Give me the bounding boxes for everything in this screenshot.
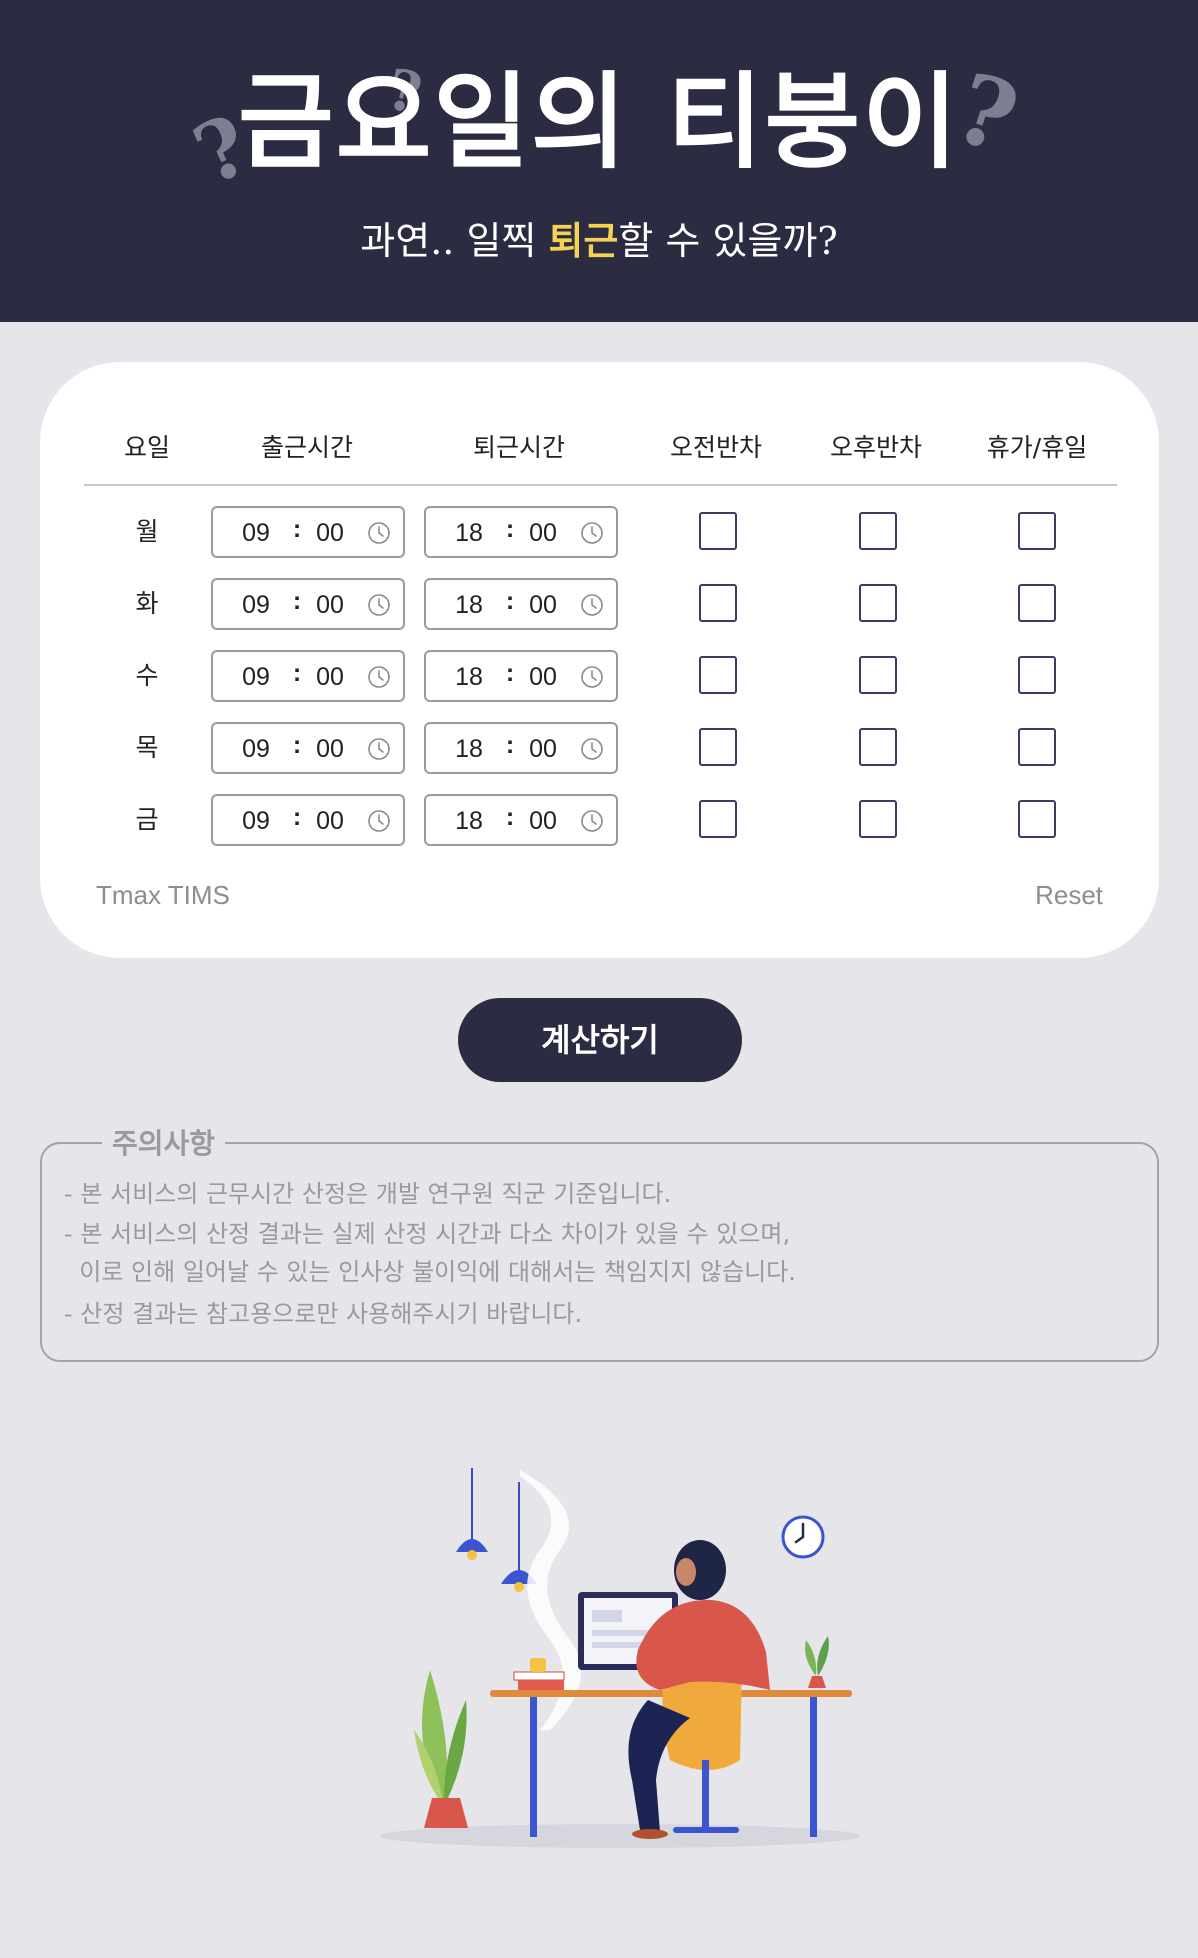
notice-title: 주의사항 (102, 1122, 226, 1162)
pm-half-checkbox[interactable] (859, 584, 897, 622)
end-minute[interactable]: 00 (518, 663, 568, 692)
start-time-input[interactable]: 09 : 00 (211, 578, 405, 630)
calculate-button[interactable]: 계산하기 (458, 998, 742, 1082)
clock-icon[interactable] (580, 665, 604, 689)
subtitle-pre: 과연.. 일찍 (360, 219, 549, 263)
clock-icon[interactable] (580, 809, 604, 833)
end-minute[interactable]: 00 (518, 519, 568, 548)
time-separator: : (292, 515, 302, 543)
clock-icon[interactable] (580, 521, 604, 545)
day-label: 금 (135, 805, 159, 834)
reset-button[interactable]: Reset (1035, 880, 1103, 911)
end-minute[interactable]: 00 (518, 591, 568, 620)
plant-icon (808, 1676, 826, 1688)
vacation-checkbox[interactable] (1018, 584, 1056, 622)
clock-icon[interactable] (367, 809, 391, 833)
header-vacation: 휴가/휴일 (986, 433, 1088, 462)
notice-line: - 산정 결과는 참고용으로만 사용해주시기 바랍니다. (64, 1300, 583, 1328)
end-time-input[interactable]: 18 : 00 (424, 722, 618, 774)
clock-icon[interactable] (367, 737, 391, 761)
day-label: 월 (135, 517, 159, 546)
time-separator: : (505, 731, 515, 759)
clock-icon[interactable] (580, 593, 604, 617)
time-separator: : (505, 659, 515, 687)
start-minute[interactable]: 00 (305, 519, 355, 548)
start-time-input[interactable]: 09 : 00 (211, 506, 405, 558)
person-working-at-desk-illustration (380, 1468, 860, 1848)
header-divider (84, 484, 1117, 486)
time-separator: : (292, 587, 302, 615)
notice-line: - 본 서비스의 근무시간 산정은 개발 연구원 직군 기준입니다. (64, 1180, 672, 1208)
time-separator: : (292, 803, 302, 831)
start-minute[interactable]: 00 (305, 735, 355, 764)
start-minute[interactable]: 00 (305, 663, 355, 692)
vacation-checkbox[interactable] (1018, 512, 1056, 550)
header-am-half: 오전반차 (669, 433, 762, 462)
header-pm-half: 오후반차 (829, 433, 922, 462)
start-time-input[interactable]: 09 : 00 (211, 722, 405, 774)
time-separator: : (292, 731, 302, 759)
vacation-checkbox[interactable] (1018, 728, 1056, 766)
notice-line: - 본 서비스의 산정 결과는 실제 산정 시간과 다소 차이가 있을 수 있으… (64, 1220, 791, 1248)
am-half-checkbox[interactable] (699, 800, 737, 838)
schedule-card: 요일 출근시간 퇴근시간 오전반차 오후반차 휴가/휴일 월 09 : 00 1… (40, 362, 1159, 958)
brand-link[interactable]: Tmax TIMS (96, 880, 230, 911)
time-separator: : (505, 515, 515, 543)
subtitle: 과연.. 일찍 퇴근할 수 있을까? (0, 210, 1198, 265)
page-title: 금요일의 티붕이 (238, 60, 960, 183)
logo: ? ? ? 금요일의 티붕이 (0, 51, 1198, 204)
start-time-input[interactable]: 09 : 00 (211, 650, 405, 702)
end-minute[interactable]: 00 (518, 807, 568, 836)
clock-icon[interactable] (367, 521, 391, 545)
header-day: 요일 (123, 433, 170, 462)
end-time-input[interactable]: 18 : 00 (424, 578, 618, 630)
pm-half-checkbox[interactable] (859, 512, 897, 550)
start-minute[interactable]: 00 (305, 591, 355, 620)
start-minute[interactable]: 00 (305, 807, 355, 836)
subtitle-highlight: 퇴근 (548, 218, 619, 263)
end-time-input[interactable]: 18 : 00 (424, 794, 618, 846)
end-time-input[interactable]: 18 : 00 (424, 650, 618, 702)
pm-half-checkbox[interactable] (859, 656, 897, 694)
time-separator: : (505, 803, 515, 831)
subtitle-post: 할 수 있을까? (618, 219, 838, 263)
start-time-input[interactable]: 09 : 00 (211, 794, 405, 846)
vacation-checkbox[interactable] (1018, 800, 1056, 838)
clock-icon[interactable] (367, 593, 391, 617)
time-separator: : (505, 587, 515, 615)
am-half-checkbox[interactable] (699, 512, 737, 550)
coffee-cup-icon (530, 1658, 546, 1672)
header-banner: ? ? ? 금요일의 티붕이 과연.. 일찍 퇴근할 수 있을까? (0, 0, 1198, 322)
clock-icon[interactable] (367, 665, 391, 689)
end-minute[interactable]: 00 (518, 735, 568, 764)
am-half-checkbox[interactable] (699, 584, 737, 622)
clock-icon[interactable] (580, 737, 604, 761)
am-half-checkbox[interactable] (699, 728, 737, 766)
header-end-time: 퇴근시간 (472, 433, 565, 462)
plant-icon (424, 1798, 468, 1828)
time-separator: : (292, 659, 302, 687)
day-label: 목 (135, 733, 159, 762)
am-half-checkbox[interactable] (699, 656, 737, 694)
pm-half-checkbox[interactable] (859, 800, 897, 838)
end-time-input[interactable]: 18 : 00 (424, 506, 618, 558)
vacation-checkbox[interactable] (1018, 656, 1056, 694)
notice-box: 주의사항 - 본 서비스의 근무시간 산정은 개발 연구원 직군 기준입니다. … (40, 1122, 1159, 1362)
logo-title-wrap: ? ? ? 금요일의 티붕이 (181, 51, 1033, 204)
day-label: 화 (135, 589, 159, 618)
pm-half-checkbox[interactable] (859, 728, 897, 766)
day-label: 수 (135, 661, 159, 690)
header-start-time: 출근시간 (260, 433, 353, 462)
notice-line: 이로 인해 일어날 수 있는 인사상 불이익에 대해서는 책임지지 않습니다. (64, 1258, 796, 1286)
